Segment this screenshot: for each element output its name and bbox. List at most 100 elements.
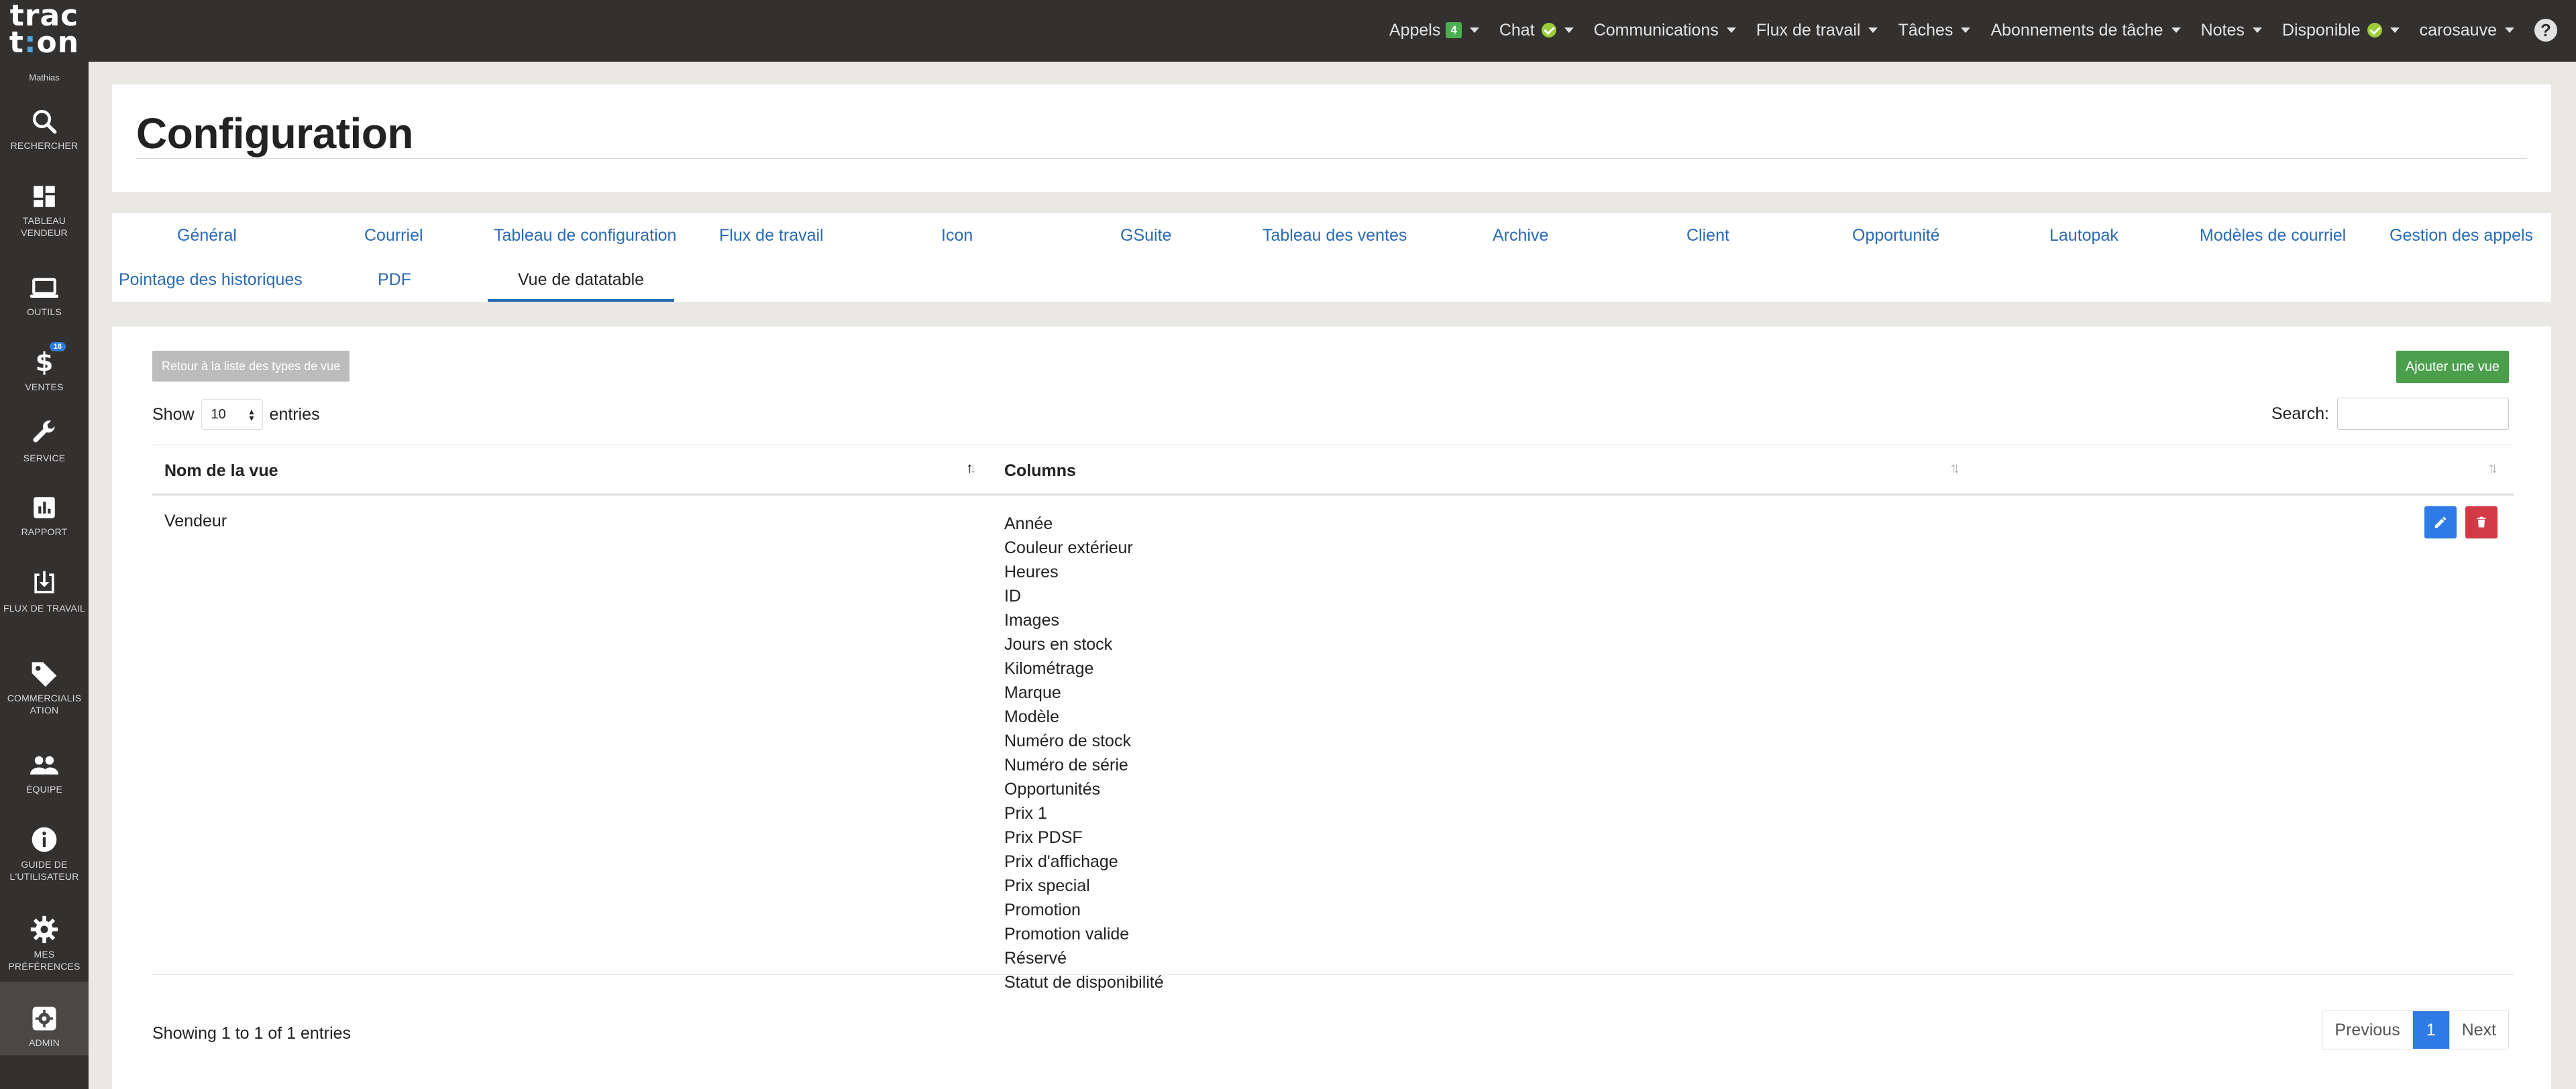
caret-down-icon <box>1961 27 1971 33</box>
sidebar-item-rapport[interactable]: RAPPORT <box>0 494 89 542</box>
column-item: Kilométrage <box>1004 659 1094 678</box>
column-item: Heures <box>1004 563 1059 581</box>
title-divider <box>136 158 2527 159</box>
tab-gestion-des-appels[interactable]: Gestion des appels <box>2390 225 2533 245</box>
delete-view-button[interactable] <box>2465 506 2498 538</box>
tab-courriel[interactable]: Courriel <box>364 225 423 245</box>
dashboard-icon <box>34 186 55 207</box>
sidebar-item-flux-de-travail[interactable]: FLUX DE TRAVAIL <box>0 569 89 629</box>
nav-abonnements[interactable]: Abonnements de tâche <box>1990 21 2181 40</box>
gear-icon <box>30 915 58 943</box>
pagination-page-1[interactable]: 1 <box>2412 1011 2449 1049</box>
pagination-next[interactable]: Next <box>2449 1011 2508 1049</box>
admin-gear-icon <box>32 1007 56 1031</box>
sidebar-item-outils[interactable]: OUTILS <box>0 274 89 322</box>
pagination-previous[interactable]: Previous <box>2322 1011 2412 1049</box>
appels-count-badge: 4 <box>1446 22 1462 38</box>
sidebar-item-label: VENTES <box>25 382 64 392</box>
sidebar-item-label: OUTILS <box>27 306 62 317</box>
svg-text:$: $ <box>36 347 54 377</box>
nav-chat[interactable]: Chat <box>1499 21 1574 40</box>
nav-communications[interactable]: Communications <box>1594 21 1736 40</box>
sidebar-item-commercialisation[interactable]: COMMERCIALIS ATION <box>0 658 89 719</box>
sidebar-item-mes-preferences[interactable]: MES PRÉFÉRENCES <box>0 915 89 975</box>
column-item: ID <box>1004 587 1021 606</box>
traction-logo[interactable]: trac t:on <box>0 1 89 58</box>
download-box-icon <box>34 571 54 593</box>
nav-appels[interactable]: Appels 4 <box>1389 21 1479 40</box>
tab-pdf[interactable]: PDF <box>378 270 411 290</box>
people-icon <box>30 756 58 775</box>
sort-asc-icon[interactable]: ↑↓ <box>966 445 977 496</box>
tab-client[interactable]: Client <box>1686 225 1729 245</box>
sidebar-item-label: FLUX DE TRAVAIL <box>3 603 86 614</box>
entries-select[interactable]: 10 ▴ ▾ <box>201 399 263 430</box>
sidebar-item-label: COMMERCIALIS ATION <box>7 693 82 715</box>
tab-modeles-de-courriel[interactable]: Modèles de courriel <box>2200 225 2346 245</box>
nav-disponible-label: Disponible <box>2282 20 2361 40</box>
table-header: Nom de la vue ↑↓ Columns ↑↓ ↑↓ <box>152 445 2514 496</box>
columns-list-cell: Année Couleur extérieur Heures ID Images… <box>1004 512 1164 994</box>
logo-letters-a: t <box>9 25 24 60</box>
user-name: Mathias <box>29 72 60 82</box>
tag-icon <box>32 662 57 687</box>
trash-icon <box>2477 516 2486 528</box>
sidebar-item-label: RECHERCHER <box>10 140 78 151</box>
title-card: Configuration <box>112 84 2551 192</box>
entries-label: entries <box>269 404 320 424</box>
column-item: Prix special <box>1004 876 1090 895</box>
tab-vue-de-datatable[interactable]: Vue de datatable <box>488 270 674 302</box>
top-bar: Appels 4 Chat Communications Flux de trav… <box>89 0 2576 62</box>
column-item: Prix PDSF <box>1004 828 1083 847</box>
tab-tableau-de-configuration[interactable]: Tableau de configuration <box>494 225 676 245</box>
search-label: Search: <box>2271 404 2329 423</box>
column-item: Images <box>1004 611 1059 630</box>
tab-flux-de-travail[interactable]: Flux de travail <box>719 225 824 245</box>
edit-view-button[interactable] <box>2424 506 2457 538</box>
search-icon <box>32 109 57 134</box>
tab-pointage-des-historiques[interactable]: Pointage des historiques <box>119 270 303 290</box>
pencil-icon <box>2434 516 2447 528</box>
sidebar-item-label: TABLEAU VENDEUR <box>21 215 68 238</box>
nav-communications-label: Communications <box>1593 20 1719 40</box>
nav-chat-label: Chat <box>1499 20 1535 40</box>
help-icon[interactable]: ? <box>2534 19 2557 42</box>
nav-taches[interactable]: Tâches <box>1898 21 1971 40</box>
nav-notes[interactable]: Notes <box>2201 21 2262 40</box>
add-view-button[interactable]: Ajouter une vue <box>2396 351 2509 383</box>
sidebar-item-label: ÉQUIPE <box>25 784 63 795</box>
tab-icon[interactable]: Icon <box>941 225 973 245</box>
sort-icon[interactable]: ↑↓ <box>1949 445 1960 496</box>
nav-flux-de-travail[interactable]: Flux de travail <box>1756 21 1878 40</box>
tab-general[interactable]: Général <box>177 225 237 245</box>
column-item: Prix 1 <box>1004 804 1047 823</box>
sidebar-item-admin[interactable]: ADMIN <box>0 982 89 1055</box>
sidebar-item-ventes[interactable]: $ 16 VENTES <box>0 342 89 394</box>
sidebar-item-equipe[interactable]: ÉQUIPE <box>0 751 89 799</box>
tab-gsuite[interactable]: GSuite <box>1120 225 1171 245</box>
sidebar-item-service[interactable]: SERVICE <box>0 418 89 467</box>
column-item: Numéro de stock <box>1004 732 1131 750</box>
sidebar-item-rechercher[interactable]: RECHERCHER <box>0 107 89 156</box>
nav-disponible[interactable]: Disponible <box>2282 21 2400 40</box>
caret-down-icon <box>1868 27 1878 33</box>
sidebar-item-label: MES PRÉFÉRENCES <box>8 949 80 972</box>
back-to-view-types-button[interactable]: Retour à la liste des types de vue <box>152 351 350 382</box>
pagination: Previous 1 Next <box>2322 1011 2509 1049</box>
sidebar-item-guide-utilisateur[interactable]: GUIDE DE L'UTILISATEUR <box>0 825 89 885</box>
nav-appels-label: Appels <box>1389 20 1441 40</box>
column-item: Marque <box>1004 683 1061 702</box>
sidebar-item-tableau-vendeur[interactable]: TABLEAU VENDEUR <box>0 182 89 243</box>
nav-flux-label: Flux de travail <box>1756 20 1861 40</box>
tab-opportunite[interactable]: Opportunité <box>1852 225 1940 245</box>
logo-line-2: t:on <box>0 28 89 58</box>
tab-tableau-des-ventes[interactable]: Tableau des ventes <box>1263 225 1407 245</box>
sort-icon[interactable]: ↑↓ <box>2487 445 2498 496</box>
row-divider <box>152 974 2514 975</box>
column-header-columns[interactable]: Columns <box>1004 445 1076 496</box>
tab-archive[interactable]: Archive <box>1493 225 1548 245</box>
search-input[interactable] <box>2337 398 2509 430</box>
nav-user-menu[interactable]: carosauve <box>2420 21 2514 40</box>
tab-lautopak[interactable]: Lautopak <box>2049 225 2118 245</box>
column-header-nom-de-la-vue[interactable]: Nom de la vue <box>164 445 278 496</box>
